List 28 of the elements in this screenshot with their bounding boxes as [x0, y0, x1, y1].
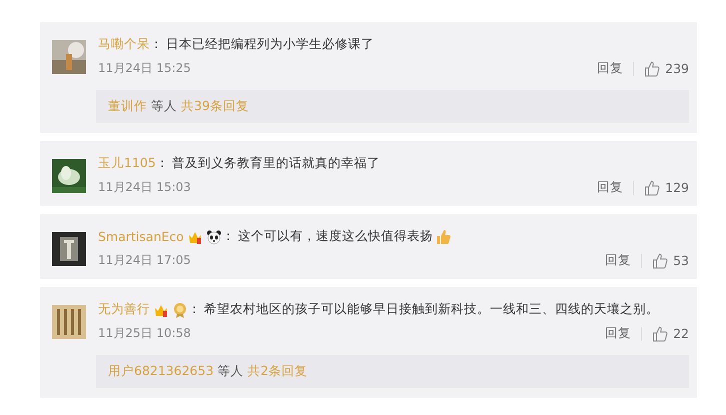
timestamp: 11月24日 15:25 — [98, 60, 192, 77]
thumbs-up-icon — [652, 252, 668, 268]
reply-button[interactable]: 回复 — [597, 60, 624, 77]
colon: ： — [188, 301, 201, 318]
reply-button[interactable]: 回复 — [605, 325, 632, 342]
comment-text: 普及到义务教育里的话就真的幸福了 — [172, 155, 380, 172]
like-button[interactable]: 239 — [644, 60, 689, 76]
colon: ： — [222, 228, 235, 245]
thumbs-up-icon — [644, 180, 660, 196]
panda-icon — [206, 228, 222, 244]
colon: ： — [150, 36, 163, 53]
thumbs-up-icon — [652, 326, 668, 342]
thread-label: 等人 — [151, 98, 177, 115]
like-button[interactable]: 53 — [652, 252, 689, 268]
timestamp: 11月24日 15:03 — [98, 179, 192, 196]
reply-button[interactable]: 回复 — [605, 252, 632, 269]
like-button[interactable]: 129 — [644, 180, 689, 196]
timestamp: 11月25日 10:58 — [98, 325, 192, 342]
reply-button[interactable]: 回复 — [597, 179, 624, 196]
comment-text: 希望农村地区的孩子可以能够早日接触到新科技。一线和三、四线的天壤之别。 — [204, 301, 659, 318]
medal-icon — [172, 302, 188, 318]
comment-text: 这个可以有，速度这么快值得表扬 — [238, 228, 433, 245]
colon: ： — [156, 155, 169, 172]
timestamp: 11月24日 17:05 — [98, 252, 192, 269]
thumbs-up-icon — [644, 60, 660, 76]
thread-label: 等人 — [218, 363, 244, 380]
like-button[interactable]: 22 — [652, 326, 689, 342]
comment-text: 日本已经把编程列为小学生必修课了 — [166, 36, 374, 53]
